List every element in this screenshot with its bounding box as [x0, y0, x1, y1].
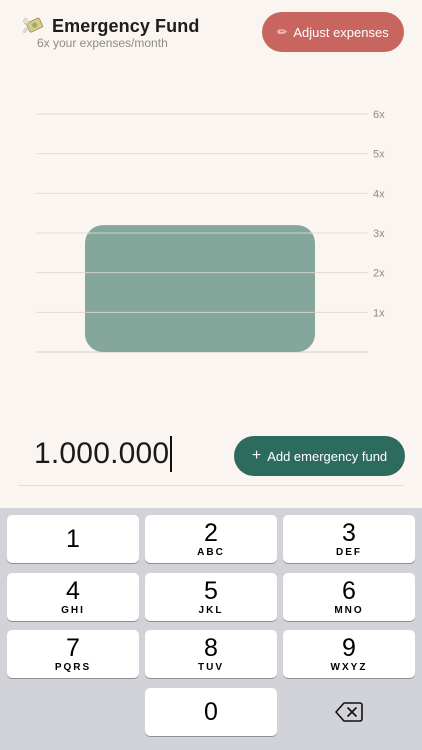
key-letters: MNO — [334, 605, 364, 616]
y-tick-label: 6x — [373, 109, 385, 121]
pencil-icon: ✏︎ — [277, 25, 288, 39]
key-digit: 5 — [204, 577, 218, 605]
key-letters: DEF — [336, 547, 362, 558]
key-digit: 0 — [204, 698, 218, 726]
key-0[interactable]: 0 — [145, 688, 277, 736]
key-letters: PQRS — [54, 662, 92, 673]
key-letters: JKL — [198, 605, 224, 616]
numeric-keypad: 1 2 ABC 3 DEF 4 GHI 5 JKL 6 MNO 7 PQRS 8… — [0, 508, 422, 750]
backspace-icon — [335, 702, 363, 722]
key-3[interactable]: 3 DEF — [283, 515, 415, 563]
key-digit: 6 — [342, 577, 356, 605]
key-2[interactable]: 2 ABC — [145, 515, 277, 563]
key-digit: 9 — [342, 634, 356, 662]
key-digit: 1 — [66, 525, 80, 553]
add-emergency-fund-label: Add emergency fund — [267, 448, 388, 464]
key-7[interactable]: 7 PQRS — [7, 630, 139, 678]
y-tick-label: 5x — [373, 149, 385, 161]
money-with-wings-icon — [23, 17, 43, 34]
add-emergency-fund-button[interactable]: + Add emergency fund — [234, 436, 405, 476]
fund-chart-svg: 1x 2x 3x 4x 5x 6x — [36, 109, 385, 353]
fund-chart: 1x 2x 3x 4x 5x 6x — [0, 90, 422, 370]
y-tick-label: 3x — [373, 228, 385, 240]
emergency-fund-screen: Emergency Fund 6x your expenses/month ✏︎… — [0, 0, 422, 750]
key-9[interactable]: 9 WXYZ — [283, 630, 415, 678]
page-subtitle: 6x your expenses/month — [37, 36, 168, 50]
page-title: Emergency Fund — [52, 15, 200, 36]
key-1[interactable]: 1 — [7, 515, 139, 563]
key-letters: WXYZ — [330, 662, 368, 673]
key-digit: 8 — [204, 634, 218, 662]
key-8[interactable]: 8 TUV — [145, 630, 277, 678]
key-digit: 4 — [66, 577, 80, 605]
key-digit: 3 — [342, 519, 356, 547]
fund-bar — [85, 225, 315, 352]
text-cursor — [170, 436, 173, 472]
key-letters: ABC — [197, 547, 225, 558]
key-digit: 2 — [204, 519, 218, 547]
y-tick-label: 2x — [373, 268, 385, 280]
plus-icon: + — [251, 447, 262, 464]
key-4[interactable]: 4 GHI — [7, 573, 139, 621]
y-tick-label: 1x — [373, 307, 385, 319]
key-letters: TUV — [198, 662, 224, 673]
key-letters: GHI — [61, 605, 85, 616]
title-row: Emergency Fund — [22, 14, 199, 38]
adjust-expenses-button[interactable]: ✏︎ Adjust expenses — [262, 12, 404, 52]
key-digit: 7 — [66, 634, 80, 662]
key-6[interactable]: 6 MNO — [283, 573, 415, 621]
adjust-expenses-label: Adjust expenses — [293, 24, 389, 40]
y-tick-label: 4x — [373, 188, 385, 200]
amount-input[interactable]: 1.000.000 — [34, 436, 173, 472]
divider — [18, 485, 404, 486]
key-5[interactable]: 5 JKL — [145, 573, 277, 621]
amount-value: 1.000.000 — [34, 437, 170, 470]
backspace-key[interactable] — [283, 688, 415, 736]
